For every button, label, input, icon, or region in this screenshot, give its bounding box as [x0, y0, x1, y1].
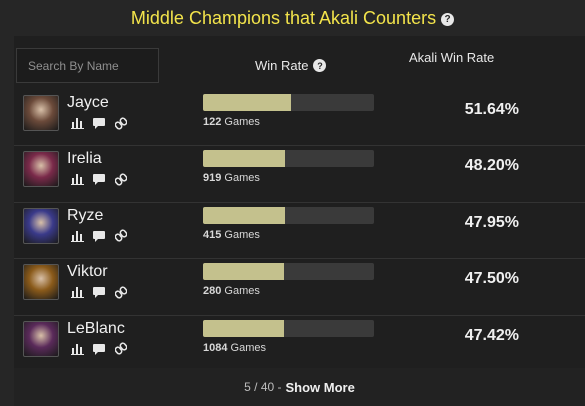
akali-win-rate-header: Akali Win Rate: [409, 50, 495, 65]
page-count: 5 / 40 -: [244, 380, 282, 394]
games-number: 280: [203, 285, 222, 298]
stats-icon[interactable]: [70, 342, 84, 356]
games-count: 415 Games: [203, 229, 260, 241]
link-icon[interactable]: [114, 342, 128, 356]
chat-icon[interactable]: [92, 342, 106, 356]
champion-name[interactable]: Jayce: [67, 94, 109, 112]
title-bar: Middle Champions that Akali Counters ?: [0, 0, 585, 36]
champion-avatar[interactable]: [23, 264, 59, 301]
akali-win-rate-value: 48.20%: [464, 157, 519, 175]
win-rate-bar: [203, 94, 374, 111]
games-label: Games: [224, 172, 260, 185]
champion-name[interactable]: LeBlanc: [67, 320, 125, 338]
win-rate-bar: [203, 319, 374, 337]
help-icon[interactable]: ?: [313, 59, 327, 72]
stats-icon[interactable]: [70, 229, 84, 243]
win-rate-label: Win Rate: [255, 58, 309, 73]
games-count: 919 Games: [203, 172, 260, 184]
chat-icon[interactable]: [92, 285, 106, 299]
games-label: Games: [224, 116, 260, 128]
win-rate-bar-fill: [203, 206, 285, 224]
link-icon[interactable]: [114, 285, 128, 299]
champion-name[interactable]: Ryze: [67, 207, 103, 225]
champion-actions: [70, 342, 128, 356]
counters-panel: Win Rate ? Akali Win Rate Jayce 122 Game…: [14, 36, 585, 406]
table-header: Win Rate ? Akali Win Rate: [14, 36, 585, 90]
pagination-footer: 5 / 40 - Show More: [14, 368, 585, 406]
show-more-button[interactable]: Show More: [286, 380, 355, 395]
akali-win-rate-value: 47.95%: [464, 213, 519, 231]
champion-actions: [70, 116, 128, 130]
champion-avatar[interactable]: [23, 95, 59, 131]
table-row[interactable]: LeBlanc 1084 Games 47.42%: [14, 316, 585, 372]
table-row[interactable]: Viktor 280 Games 47.50%: [14, 259, 585, 316]
table-row[interactable]: Ryze 415 Games 47.95%: [14, 203, 585, 260]
help-icon[interactable]: ?: [441, 12, 455, 26]
link-icon[interactable]: [114, 116, 128, 130]
win-rate-bar-fill: [203, 94, 292, 111]
chat-icon[interactable]: [92, 116, 106, 130]
akali-win-rate-value: 51.64%: [464, 101, 519, 118]
games-label: Games: [230, 341, 267, 354]
stats-icon[interactable]: [70, 172, 84, 186]
champion-actions: [70, 172, 128, 186]
win-rate-bar-fill: [203, 319, 285, 337]
champion-list: Jayce 122 Games 51.64% Irelia 919 Games …: [14, 90, 585, 372]
win-rate-header: Win Rate ?: [255, 58, 327, 73]
games-number: 1084: [203, 341, 228, 354]
games-number: 415: [203, 228, 222, 241]
chat-icon[interactable]: [92, 229, 106, 243]
games-number: 919: [203, 172, 222, 185]
win-rate-bar-fill: [203, 150, 286, 168]
win-rate-bar: [203, 263, 374, 281]
games-label: Games: [224, 228, 260, 241]
link-icon[interactable]: [114, 229, 128, 243]
games-label: Games: [224, 285, 260, 298]
stats-icon[interactable]: [70, 285, 84, 299]
champion-avatar[interactable]: [23, 320, 59, 357]
akali-win-rate-value: 47.50%: [464, 270, 519, 288]
champion-name[interactable]: Viktor: [67, 263, 108, 281]
champion-avatar[interactable]: [23, 207, 59, 244]
table-row[interactable]: Jayce 122 Games 51.64%: [14, 90, 585, 147]
champion-name[interactable]: Irelia: [67, 150, 102, 168]
akali-win-rate-value: 47.42%: [464, 326, 519, 344]
win-rate-bar-fill: [203, 263, 285, 281]
page-title: Middle Champions that Akali Counters: [130, 7, 437, 28]
games-count: 122 Games: [203, 116, 260, 128]
games-count: 280 Games: [203, 285, 260, 297]
champion-actions: [70, 285, 128, 299]
games-count: 1084 Games: [203, 342, 266, 354]
link-icon[interactable]: [114, 172, 128, 186]
stats-icon[interactable]: [70, 116, 84, 130]
games-number: 122: [203, 116, 222, 128]
champion-avatar[interactable]: [23, 151, 59, 188]
win-rate-bar: [203, 206, 374, 224]
champion-actions: [70, 229, 128, 243]
search-input[interactable]: [16, 48, 159, 83]
chat-icon[interactable]: [92, 172, 106, 186]
table-row[interactable]: Irelia 919 Games 48.20%: [14, 146, 585, 203]
win-rate-bar: [203, 150, 374, 168]
